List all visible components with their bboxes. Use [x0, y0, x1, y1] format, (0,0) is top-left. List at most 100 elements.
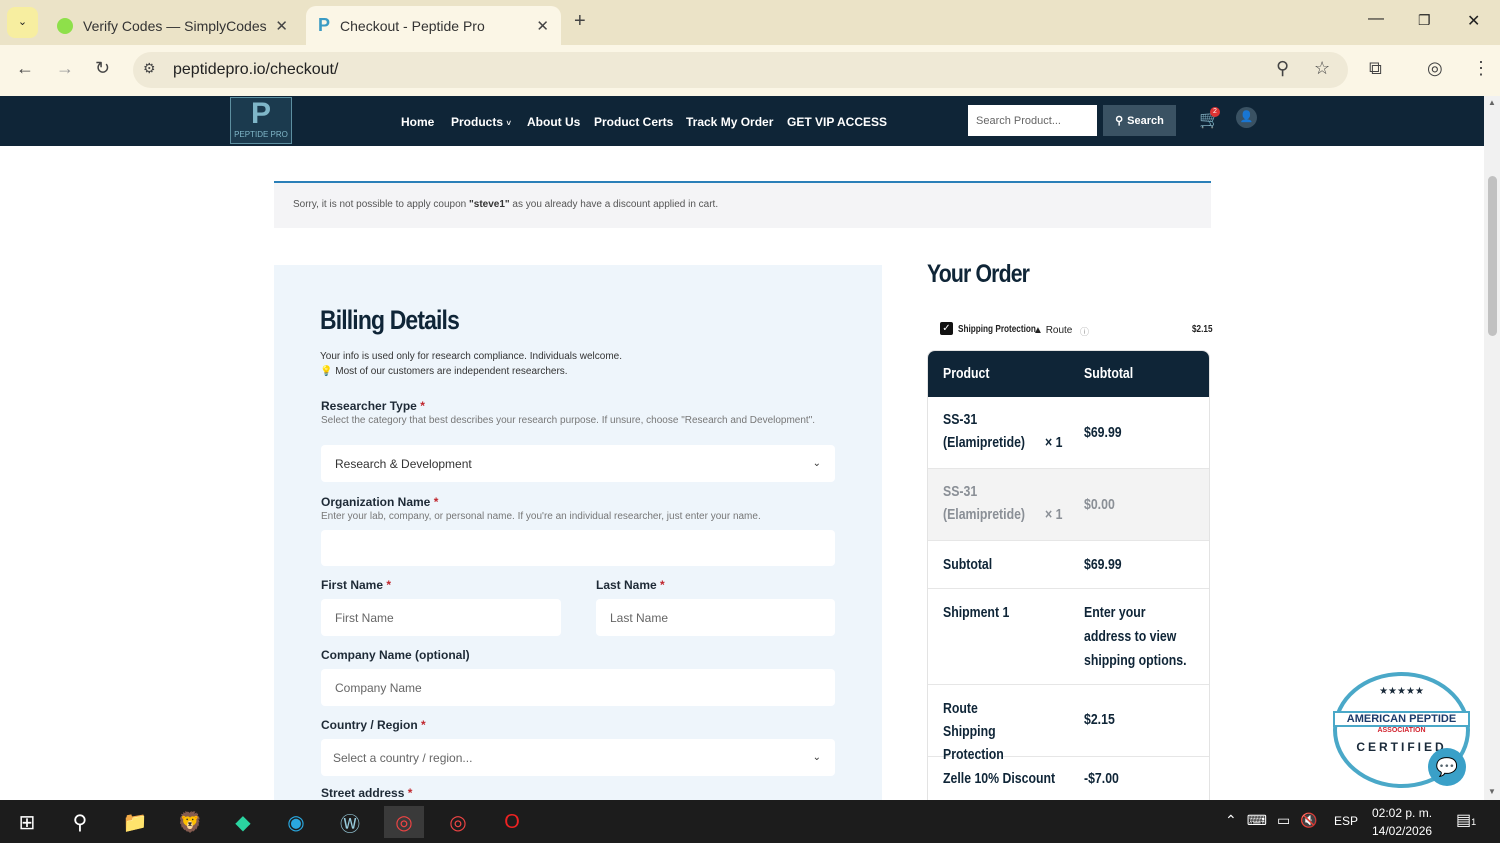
tab-checkout[interactable]: P Checkout - Peptide Pro ✕: [306, 6, 561, 45]
new-tab-icon[interactable]: +: [574, 10, 586, 33]
close-window-icon[interactable]: ✕: [1467, 11, 1480, 31]
billing-intro: Your info is used only for research comp…: [320, 351, 623, 362]
company-input[interactable]: Company Name: [321, 669, 835, 706]
address-bar-row: ← → ↻ ⚙ peptidepro.io/checkout/ ⚲ ☆ ⧉ ◎ …: [0, 45, 1500, 96]
company-label: Company Name (optional): [321, 648, 470, 662]
shipping-protection-price: $2.15: [1192, 324, 1213, 335]
item-name: SS-31 (Elamipretide) × 1: [943, 408, 1083, 454]
chat-icon[interactable]: 💬: [1428, 748, 1466, 786]
wordpress-icon[interactable]: Ⓦ: [330, 806, 370, 838]
item-name: SS-31 (Elamipretide) × 1: [943, 480, 1083, 526]
clock-date: 14/02/2026: [1372, 824, 1433, 838]
zoom-icon[interactable]: ⚲: [1276, 58, 1289, 79]
file-explorer-icon[interactable]: 📁: [115, 806, 155, 838]
scroll-up-icon[interactable]: ▲: [1488, 98, 1496, 107]
minimize-icon[interactable]: —: [1368, 10, 1384, 28]
shipping-protection-checkbox[interactable]: ✓: [940, 322, 953, 335]
url-text: peptidepro.io/checkout/: [173, 61, 339, 78]
nav-about-us[interactable]: About Us: [527, 115, 580, 129]
subtotal-row: Subtotal $69.99: [928, 541, 1209, 589]
country-select[interactable]: Select a country / region... ⌄: [321, 739, 835, 776]
item-name-text: SS-31 (Elamipretide): [943, 483, 1026, 523]
back-icon[interactable]: ←: [16, 58, 34, 79]
billing-tip: 💡 Most of our customers are independent …: [320, 365, 568, 378]
reload-icon[interactable]: ↻: [95, 58, 110, 79]
page-scrollbar[interactable]: ▲ ▼: [1484, 96, 1500, 800]
forward-icon[interactable]: →: [56, 58, 74, 79]
site-logo[interactable]: P PEPTIDE PRO: [230, 97, 292, 144]
select-value: Research & Development: [335, 456, 472, 471]
last-name-input[interactable]: Last Name: [596, 599, 835, 636]
search-input[interactable]: Search Product...: [968, 105, 1097, 136]
logo-text: PEPTIDE PRO: [234, 130, 288, 139]
browser-tab-bar: ⌄ Verify Codes — SimplyCodes ✕ P Checkou…: [0, 0, 1500, 45]
first-name-input[interactable]: First Name: [321, 599, 561, 636]
restore-icon[interactable]: ❐: [1418, 12, 1431, 29]
app-icon[interactable]: ◆: [223, 806, 263, 838]
cart-icon[interactable]: 🛒 2: [1199, 107, 1220, 130]
system-tray-icons[interactable]: ⌃⌨▭🔇: [1225, 812, 1328, 829]
first-name-label: First Name *: [321, 578, 392, 592]
label-text: First Name: [321, 578, 384, 592]
shipping-protection-row: ✓ Shipping Protection ▲ Route ⓘ $2.15: [940, 322, 1213, 340]
item-subtotal: $69.99: [1084, 424, 1122, 441]
close-tab-icon[interactable]: ✕: [275, 17, 288, 35]
nav-home[interactable]: Home: [401, 115, 434, 129]
account-icon[interactable]: 👤: [1236, 107, 1257, 128]
menu-icon[interactable]: ⋮: [1472, 58, 1490, 79]
search-icon[interactable]: ⚲: [60, 806, 100, 838]
org-name-input[interactable]: [321, 530, 835, 566]
zelle-discount-value: -$7.00: [1084, 770, 1119, 787]
researcher-type-select[interactable]: Research & Development ⌄: [321, 445, 835, 482]
order-item-row: SS-31 (Elamipretide) × 1 $69.99: [928, 397, 1209, 469]
label-text: Country / Region: [321, 718, 418, 732]
extensions-icon[interactable]: ⧉: [1369, 58, 1382, 79]
opera-icon[interactable]: O: [492, 806, 532, 838]
coupon-error-notice: Sorry, it is not possible to apply coupo…: [274, 181, 1211, 228]
nav-track-order[interactable]: Track My Order: [686, 115, 773, 129]
nav-products[interactable]: Products ˅: [451, 115, 511, 129]
info-icon[interactable]: ⓘ: [1080, 325, 1089, 338]
tab-title: Checkout - Peptide Pro: [340, 17, 485, 34]
tab-verify-codes[interactable]: Verify Codes — SimplyCodes ✕: [45, 6, 300, 45]
search-button[interactable]: ⚲ Search: [1103, 105, 1176, 136]
site-settings-icon[interactable]: ⚙: [143, 60, 156, 77]
clock[interactable]: 02:02 p. m. 14/02/2026: [1372, 804, 1432, 840]
bookmark-star-icon[interactable]: ☆: [1314, 58, 1330, 79]
chevron-down-icon: ˅: [506, 119, 512, 128]
label-text: Last Name: [596, 578, 657, 592]
select-placeholder: Select a country / region...: [333, 750, 473, 765]
order-title: Your Order: [927, 260, 1030, 288]
order-table: Product Subtotal SS-31 (Elamipretide) × …: [927, 350, 1210, 810]
close-tab-icon[interactable]: ✕: [536, 17, 549, 35]
start-icon[interactable]: ⊞: [7, 806, 47, 838]
researcher-type-hint: Select the category that best describes …: [321, 415, 816, 426]
subtotal-label: Subtotal: [943, 556, 993, 573]
chrome-icon[interactable]: ◎: [384, 806, 424, 838]
logo-letter: P: [250, 97, 271, 130]
nav-vip-access[interactable]: GET VIP ACCESS: [787, 115, 887, 129]
scrollbar-thumb[interactable]: [1488, 176, 1497, 336]
chrome-profile-icon[interactable]: ◎: [438, 806, 478, 838]
order-item-row: SS-31 (Elamipretide) × 1 $0.00: [928, 469, 1209, 541]
notice-text: Sorry, it is not possible to apply coupo…: [293, 199, 470, 210]
clock-time: 02:02 p. m.: [1372, 806, 1433, 820]
label-text: Street address: [321, 786, 405, 800]
edge-icon[interactable]: ◉: [276, 806, 316, 838]
org-name-hint: Enter your lab, company, or personal nam…: [321, 511, 761, 522]
route-text: Route: [1045, 325, 1073, 336]
notifications-icon[interactable]: ▤1: [1456, 810, 1476, 830]
windows-taskbar: ⊞ ⚲ 📁 🦁 ◆ ◉ Ⓦ ◎ ◎ O ⌃⌨▭🔇 ESP 02:02 p. m.…: [0, 800, 1500, 843]
nav-product-certs[interactable]: Product Certs: [594, 115, 673, 129]
header-subtotal: Subtotal: [1084, 365, 1134, 382]
shipment-row: Shipment 1 Enter your address to view sh…: [928, 589, 1209, 685]
tab-search-button[interactable]: ⌄: [7, 7, 38, 38]
header-product: Product: [943, 365, 990, 382]
profile-icon[interactable]: ◎: [1427, 58, 1443, 79]
shipping-protection-label: Shipping Protection: [958, 324, 1036, 335]
badge-line1: AMERICAN PEPTIDE: [1333, 711, 1470, 727]
brave-icon[interactable]: 🦁: [170, 806, 210, 838]
url-field[interactable]: ⚙ peptidepro.io/checkout/ ⚲ ☆: [133, 52, 1348, 88]
language-indicator[interactable]: ESP: [1334, 814, 1358, 828]
scroll-down-icon[interactable]: ▼: [1488, 787, 1496, 796]
